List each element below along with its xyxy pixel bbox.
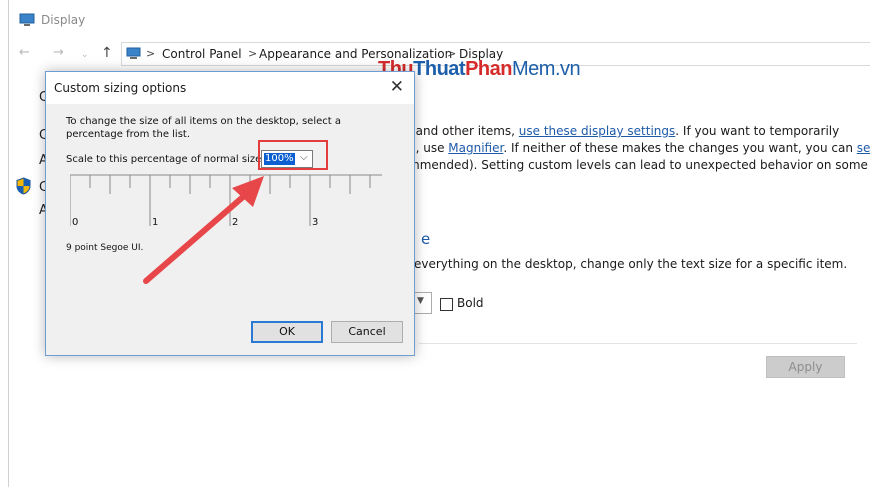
forward-arrow-icon[interactable]: → — [53, 44, 64, 62]
body-text-line-3: mmended). Setting custom levels can lead… — [408, 158, 868, 172]
divider — [419, 343, 857, 344]
uac-shield-icon — [16, 177, 31, 195]
breadcrumb-control-panel[interactable]: Control Panel — [162, 47, 242, 61]
body-text: , and other items, — [408, 124, 519, 138]
recent-locations-chevron-icon[interactable]: ⌄ — [81, 46, 89, 64]
display-app-icon — [19, 13, 35, 26]
bold-label: Bold — [457, 296, 484, 310]
custom-sizing-dialog: Custom sizing options ✕ To change the si… — [45, 71, 415, 356]
cancel-button[interactable]: Cancel — [331, 321, 403, 343]
bold-checkbox[interactable] — [440, 298, 453, 311]
body-text: . If you want to temporarily — [675, 124, 840, 138]
window-title: Display — [41, 13, 86, 27]
watermark-part: Phan — [465, 58, 512, 80]
back-arrow-icon[interactable]: ← — [19, 44, 30, 62]
up-arrow-icon[interactable]: ↑ — [101, 44, 113, 62]
breadcrumb-separator: > — [146, 47, 156, 60]
body-text-line-1: , and other items, use these display set… — [408, 124, 839, 138]
watermark-part: Thuat — [413, 58, 466, 80]
apply-button[interactable]: Apply — [766, 356, 845, 378]
display-settings-link[interactable]: use these display settings — [519, 124, 675, 138]
magnifier-link[interactable]: Magnifier — [448, 141, 503, 155]
watermark-part: Mem.vn — [512, 58, 581, 80]
annotation-arrow-icon — [143, 176, 264, 284]
control-panel-icon — [126, 47, 141, 59]
body-text: . If neither of these makes the changes … — [503, 141, 857, 155]
set-custom-scaling-link[interactable]: set a — [857, 141, 870, 155]
text-size-description: everything on the desktop, change only t… — [414, 257, 848, 271]
chevron-down-icon: ▼ — [417, 296, 424, 306]
body-text-line-2: n, use Magnifier. If neither of these ma… — [408, 141, 870, 155]
section-heading-fragment: e — [421, 230, 431, 248]
ok-button[interactable]: OK — [251, 321, 323, 343]
title-bar: Display — [9, 0, 870, 40]
breadcrumb-separator: > — [248, 47, 258, 60]
